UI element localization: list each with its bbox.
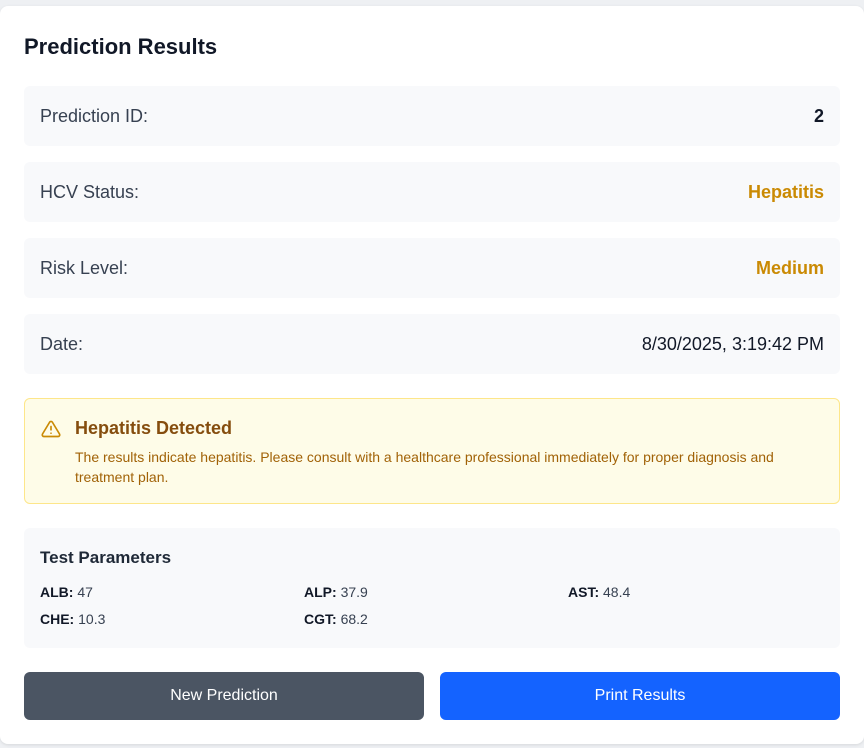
test-parameters-panel: Test Parameters ALB: 47 ALP: 37.9 AST: 4… xyxy=(24,528,840,648)
page-title: Prediction Results xyxy=(24,34,218,59)
date-row: Date: 8/30/2025, 3:19:42 PM xyxy=(24,314,840,374)
test-parameters-grid: ALB: 47 ALP: 37.9 AST: 48.4 CHE: 10.3 CG… xyxy=(40,584,824,627)
warning-triangle-icon xyxy=(41,419,61,439)
parameter-key: ALB: xyxy=(40,584,74,600)
parameter-key: CGT: xyxy=(304,611,337,627)
hcv-status-label: HCV Status: xyxy=(40,181,140,202)
parameter-value: 48.4 xyxy=(603,584,631,600)
parameter-value: 47 xyxy=(77,584,93,600)
date-value: 8/30/2025, 3:19:42 PM xyxy=(641,333,824,354)
prediction-id-label: Prediction ID: xyxy=(40,105,149,126)
new-prediction-button[interactable]: New Prediction xyxy=(24,672,424,720)
print-results-button[interactable]: Print Results xyxy=(440,672,840,720)
parameter-cgt: CGT: 68.2 xyxy=(304,611,568,627)
prediction-id-value: 2 xyxy=(813,105,824,126)
parameter-alb: ALB: 47 xyxy=(40,584,304,600)
parameter-value: 10.3 xyxy=(78,611,106,627)
date-label: Date: xyxy=(40,333,84,354)
prediction-id-row: Prediction ID: 2 xyxy=(24,86,840,146)
parameter-alp: ALP: 37.9 xyxy=(304,584,568,600)
parameter-value: 68.2 xyxy=(340,611,368,627)
hcv-status-value: Hepatitis xyxy=(747,181,824,202)
parameter-value: 37.9 xyxy=(340,584,368,600)
alert-message: The results indicate hepatitis. Please c… xyxy=(75,449,774,485)
results-card: Prediction Results Prediction ID: 2 HCV … xyxy=(0,6,864,744)
hepatitis-alert: Hepatitis Detected The results indicate … xyxy=(24,398,840,504)
parameter-key: AST: xyxy=(568,584,600,600)
parameter-ast: AST: 48.4 xyxy=(568,584,824,600)
risk-level-label: Risk Level: xyxy=(40,257,129,278)
hcv-status-row: HCV Status: Hepatitis xyxy=(24,162,840,222)
alert-heading: Hepatitis Detected xyxy=(75,418,233,438)
risk-level-value: Medium xyxy=(755,257,824,278)
risk-level-row: Risk Level: Medium xyxy=(24,238,840,298)
test-parameters-heading: Test Parameters xyxy=(40,548,172,567)
parameter-che: CHE: 10.3 xyxy=(40,611,304,627)
parameter-key: ALP: xyxy=(304,584,337,600)
parameter-key: CHE: xyxy=(40,611,75,627)
